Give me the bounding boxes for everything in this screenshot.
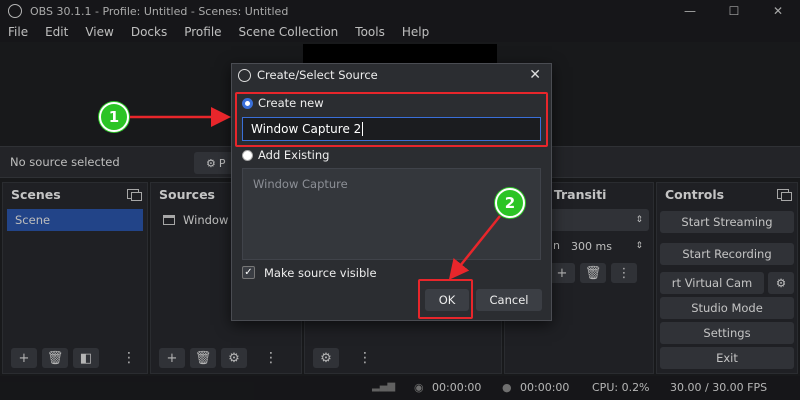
step-2-badge: 2 [495,188,525,218]
step-1-badge: 1 [99,102,129,132]
annotation-arrows [130,107,501,280]
arrow-step2 [448,215,501,280]
